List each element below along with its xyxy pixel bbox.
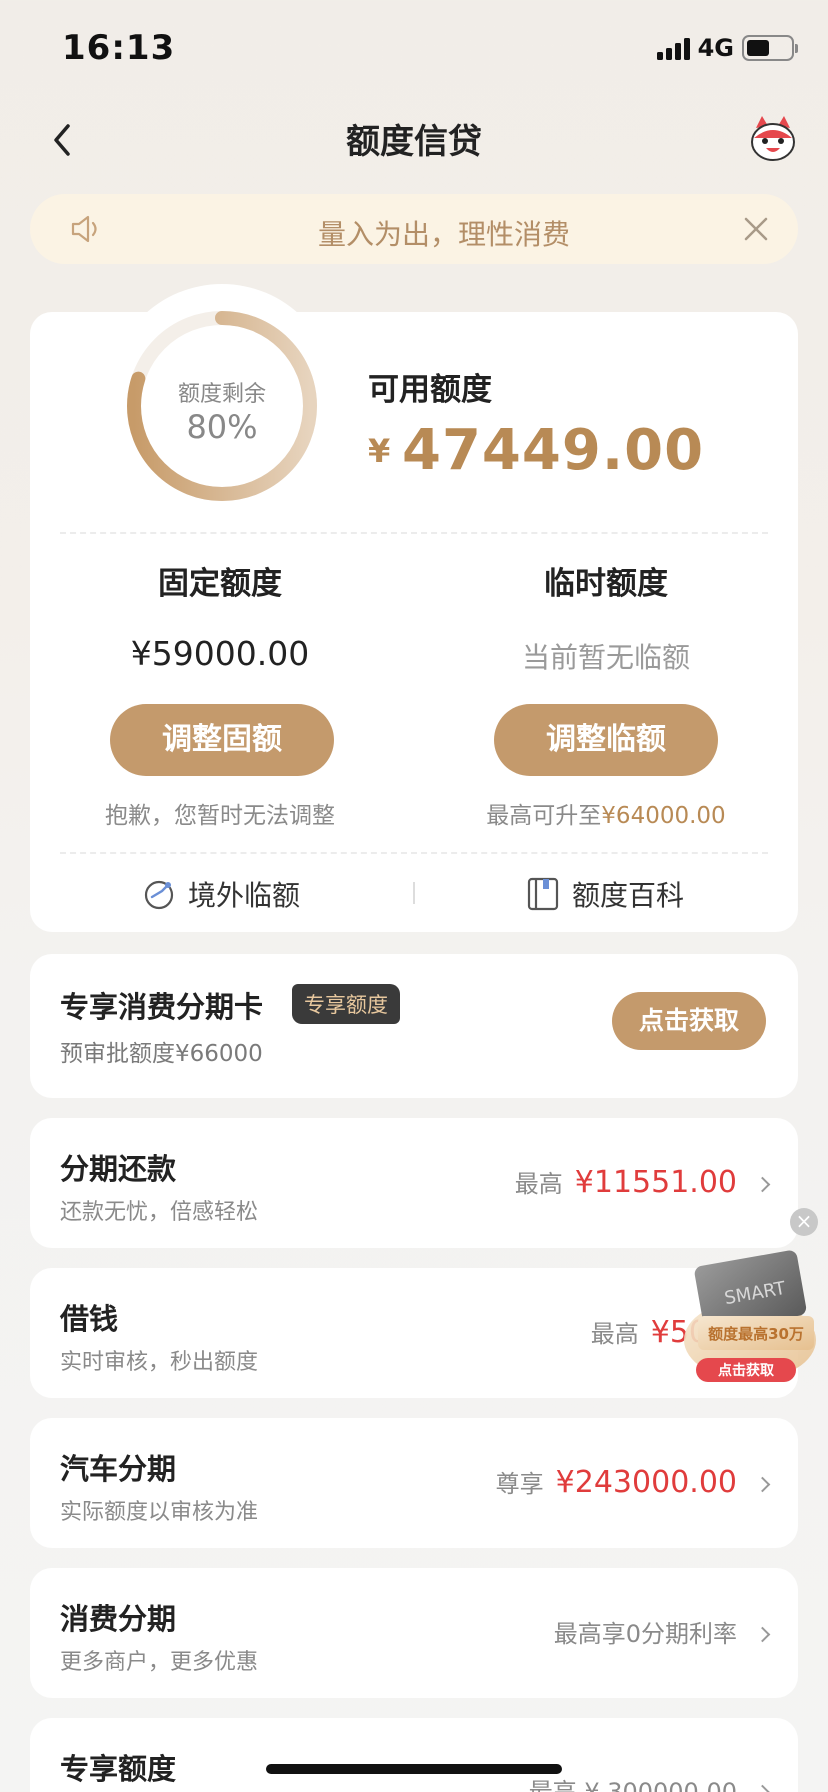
product-title: 消费分期 <box>60 1602 177 1636</box>
adjust-fixed-button[interactable]: 调整固额 <box>110 704 334 776</box>
product-title: 专享额度 <box>60 1752 177 1786</box>
list-item-car-installment[interactable]: 汽车分期 实际额度以审核为准 尊享 ¥243000.00 <box>30 1418 798 1548</box>
divider <box>60 852 768 854</box>
close-icon[interactable] <box>742 215 770 243</box>
chevron-right-icon <box>754 1476 771 1493</box>
product-subtitle: 还款无忧，倍感轻松 <box>60 1200 259 1225</box>
product-value: 最高 ¥11551.00 <box>514 1164 771 1200</box>
overseas-temp-label: 境外临额 <box>188 879 301 912</box>
chevron-right-icon <box>754 1176 771 1193</box>
product-label: 最高享0分期利率 <box>553 1620 737 1648</box>
product-subtitle: 实际额度以审核为准 <box>60 1500 259 1525</box>
product-value: 尊享 ¥243000.00 <box>495 1464 771 1500</box>
fixed-credit-value: ¥59000.00 <box>130 634 310 673</box>
product-label: 最高 ¥ 300000.00 <box>528 1778 737 1792</box>
product-title: 分期还款 <box>60 1152 177 1186</box>
list-item-exclusive-credit[interactable]: 专享额度 最高 ¥ 300000.00 <box>30 1718 798 1792</box>
mascot-avatar-button[interactable] <box>748 114 798 164</box>
adjust-temp-button[interactable]: 调整临额 <box>494 704 718 776</box>
mascot-icon <box>751 116 795 161</box>
divider <box>60 532 768 534</box>
page-title: 额度信贷 <box>346 122 482 162</box>
fixed-credit-note: 抱歉，您暂时无法调整 <box>105 803 335 829</box>
currency-symbol: ¥ <box>368 432 391 470</box>
product-label: 尊享 <box>495 1470 544 1498</box>
available-credit-label: 可用额度 <box>368 372 492 408</box>
status-time: 16:13 <box>62 28 176 68</box>
status-indicators: 4G <box>656 34 798 62</box>
list-item-installment-repay[interactable]: 分期还款 还款无忧，倍感轻松 最高 ¥11551.00 <box>30 1118 798 1248</box>
promo-headline: 额度最高30万 <box>708 1325 804 1343</box>
promo-floating-widget[interactable]: SMART 额度最高30万 点击获取 <box>670 1240 820 1390</box>
credit-wiki-label: 额度百科 <box>572 879 685 912</box>
product-label: 最高 <box>514 1170 563 1198</box>
temp-credit-value: 当前暂无临额 <box>521 641 690 674</box>
battery-icon <box>742 35 798 61</box>
link-separator <box>413 882 415 904</box>
product-label: 最高 <box>590 1320 639 1348</box>
promo-button[interactable]: 点击获取 <box>718 1362 775 1379</box>
chevron-right-icon <box>754 1784 771 1792</box>
exclusive-card-title: 专享消费分期卡 <box>60 990 264 1024</box>
ring-percent: 80% <box>186 408 258 446</box>
notice-text: 量入为出，理性消费 <box>317 218 570 251</box>
available-credit-value: 47449.00 <box>402 418 705 483</box>
book-icon <box>527 877 559 911</box>
signal-icon <box>656 36 690 60</box>
product-value: 最高享0分期利率 <box>553 1614 771 1649</box>
list-item-consumer-installment[interactable]: 消费分期 更多商户，更多优惠 最高享0分期利率 <box>30 1568 798 1698</box>
plane-globe-icon <box>144 880 174 910</box>
product-title: 汽车分期 <box>60 1452 177 1486</box>
product-subtitle: 实时审核，秒出额度 <box>60 1350 259 1375</box>
product-value: 最高 ¥ 300000.00 <box>528 1772 771 1792</box>
notice-bar: 量入为出，理性消费 <box>30 194 798 264</box>
exclusive-card-offer: 专享消费分期卡 专享额度 预审批额度¥66000 点击获取 <box>30 954 798 1098</box>
temp-note-prefix: 最高可升至 <box>486 803 602 829</box>
product-amount: ¥11551.00 <box>574 1165 737 1200</box>
promo-close-button[interactable]: × <box>790 1208 818 1236</box>
network-type: 4G <box>697 34 734 62</box>
chevron-right-icon <box>754 1626 771 1643</box>
get-card-button[interactable]: 点击获取 <box>612 992 766 1050</box>
temp-credit-title: 临时额度 <box>544 566 668 602</box>
overseas-temp-link[interactable]: 境外临额 <box>142 874 300 914</box>
exclusive-card-subtitle: 预审批额度¥66000 <box>60 1041 263 1067</box>
exclusive-tag: 专享额度 <box>292 984 400 1024</box>
product-amount: ¥243000.00 <box>555 1465 737 1500</box>
fixed-credit-title: 固定额度 <box>158 566 282 602</box>
product-subtitle: 更多商户，更多优惠 <box>60 1650 259 1675</box>
product-title: 借钱 <box>60 1302 119 1336</box>
ring-label: 额度剩余 <box>177 382 266 407</box>
temp-note-amount: ¥64000.00 <box>601 803 726 829</box>
home-indicator <box>266 1764 562 1774</box>
temp-credit-note: 最高可升至¥64000.00 <box>456 796 756 830</box>
credit-wiki-link[interactable]: 额度百科 <box>526 874 684 914</box>
